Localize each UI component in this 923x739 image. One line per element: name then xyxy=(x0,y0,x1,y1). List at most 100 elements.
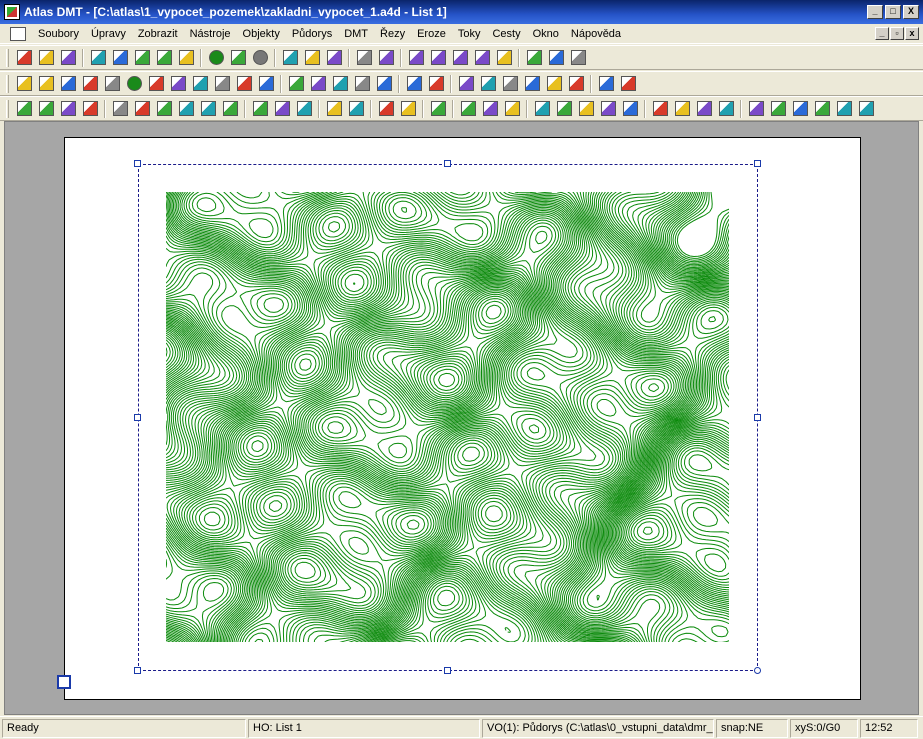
dxf2-icon[interactable] xyxy=(811,98,833,120)
menu-eroze[interactable]: Eroze xyxy=(411,28,452,40)
toolbar-grip[interactable] xyxy=(6,99,9,118)
edi-dmt-icon[interactable] xyxy=(79,98,101,120)
data-icon[interactable] xyxy=(57,98,79,120)
hatch-icon[interactable] xyxy=(375,98,397,120)
layers-icon[interactable] xyxy=(405,47,427,69)
resize-handle-sw[interactable] xyxy=(134,667,141,674)
grid2-icon[interactable] xyxy=(477,73,499,95)
segment-icon[interactable] xyxy=(79,73,101,95)
measure-icon[interactable] xyxy=(233,73,255,95)
ok-icon[interactable] xyxy=(745,98,767,120)
open-folder-icon[interactable] xyxy=(403,73,425,95)
resize-handle-se[interactable] xyxy=(754,667,761,674)
export-icon[interactable] xyxy=(833,98,855,120)
resize-handle-s[interactable] xyxy=(444,667,451,674)
table-icon[interactable] xyxy=(427,47,449,69)
node-icon[interactable] xyxy=(145,73,167,95)
color-layers-icon[interactable] xyxy=(455,73,477,95)
slope-icon[interactable] xyxy=(197,98,219,120)
group-icon[interactable] xyxy=(285,73,307,95)
flow4-icon[interactable] xyxy=(715,98,737,120)
text-icon[interactable] xyxy=(449,47,471,69)
dxf-icon[interactable] xyxy=(789,98,811,120)
arrow-x-icon[interactable] xyxy=(501,98,523,120)
point-down-icon[interactable] xyxy=(597,98,619,120)
menu-upravy[interactable]: Úpravy xyxy=(85,28,132,40)
tin-icon[interactable] xyxy=(109,98,131,120)
zoom-icon[interactable] xyxy=(353,47,375,69)
line-icon[interactable] xyxy=(35,73,57,95)
new-icon[interactable] xyxy=(13,47,35,69)
red-points2-icon[interactable] xyxy=(345,98,367,120)
point-icon[interactable] xyxy=(13,73,35,95)
zoom-window-icon[interactable] xyxy=(323,47,345,69)
green-circle-icon[interactable] xyxy=(205,47,227,69)
group4-icon[interactable] xyxy=(351,73,373,95)
menu-napoveda[interactable]: Nápověda xyxy=(565,28,627,40)
menu-zobrazit[interactable]: Zobrazit xyxy=(132,28,184,40)
menu-dmt[interactable]: DMT xyxy=(338,28,374,40)
resize-handle-ne[interactable] xyxy=(754,160,761,167)
tin2-icon[interactable] xyxy=(131,98,153,120)
frame-icon[interactable] xyxy=(255,73,277,95)
app-icon[interactable] xyxy=(4,4,20,20)
flow-icon[interactable] xyxy=(649,98,671,120)
grid-icon[interactable] xyxy=(425,73,447,95)
close-button[interactable]: X xyxy=(903,5,919,19)
undo-icon[interactable] xyxy=(153,47,175,69)
minimize-button[interactable]: _ xyxy=(867,5,883,19)
contour-map[interactable] xyxy=(166,192,729,642)
hatch2-icon[interactable] xyxy=(397,98,419,120)
flow3-icon[interactable] xyxy=(693,98,715,120)
circle-icon[interactable] xyxy=(123,73,145,95)
final-icon[interactable] xyxy=(855,98,877,120)
palette-icon[interactable] xyxy=(543,73,565,95)
resize-handle-nw[interactable] xyxy=(134,160,141,167)
point-updown-icon[interactable] xyxy=(619,98,641,120)
pudo-icon[interactable] xyxy=(13,98,35,120)
menu-toky[interactable]: Toky xyxy=(452,28,487,40)
hand-icon[interactable] xyxy=(301,47,323,69)
resize-handle-n[interactable] xyxy=(444,160,451,167)
mdi-restore-button[interactable]: ▫ xyxy=(890,27,904,40)
resize-handle-e[interactable] xyxy=(754,414,761,421)
mdi-minimize-button[interactable]: _ xyxy=(875,27,889,40)
group3-icon[interactable] xyxy=(329,73,351,95)
menu-objekty[interactable]: Objekty xyxy=(237,28,286,40)
red-points-icon[interactable] xyxy=(323,98,345,120)
maximize-button[interactable]: □ xyxy=(885,5,901,19)
properties-icon[interactable] xyxy=(471,47,493,69)
group5-icon[interactable] xyxy=(373,73,395,95)
copy-icon[interactable] xyxy=(109,47,131,69)
flow2-icon[interactable] xyxy=(671,98,693,120)
pointer-icon[interactable] xyxy=(279,47,301,69)
document-area[interactable] xyxy=(4,121,919,715)
triangle-icon[interactable] xyxy=(219,98,241,120)
menu-okno[interactable]: Okno xyxy=(527,28,565,40)
profile-icon[interactable] xyxy=(271,98,293,120)
mdi-close-button[interactable]: x xyxy=(905,27,919,40)
arrow-up2-icon[interactable] xyxy=(479,98,501,120)
close-x-icon[interactable] xyxy=(567,47,589,69)
tin3-icon[interactable] xyxy=(153,98,175,120)
green-p-icon[interactable] xyxy=(227,47,249,69)
bucket-icon[interactable] xyxy=(767,98,789,120)
cut-icon[interactable] xyxy=(87,47,109,69)
select-x-icon[interactable] xyxy=(595,73,617,95)
menu-soubory[interactable]: Soubory xyxy=(32,28,85,40)
menu-rezy[interactable]: Řezy xyxy=(374,28,411,40)
checklist-icon[interactable] xyxy=(545,47,567,69)
menu-cesty[interactable]: Cesty xyxy=(486,28,526,40)
dmt-icon[interactable] xyxy=(35,98,57,120)
resize-handle-w[interactable] xyxy=(134,414,141,421)
point-move-icon[interactable] xyxy=(575,98,597,120)
paste-icon[interactable] xyxy=(131,47,153,69)
rotate-icon[interactable] xyxy=(211,73,233,95)
graph-icon[interactable] xyxy=(523,47,545,69)
menu-pudorys[interactable]: Půdorys xyxy=(286,28,338,40)
label-icon[interactable] xyxy=(521,73,543,95)
drawing-sheet[interactable] xyxy=(64,137,861,700)
terrain-icon[interactable] xyxy=(293,98,315,120)
gray-circle-icon[interactable] xyxy=(249,47,271,69)
arrow-up-icon[interactable] xyxy=(457,98,479,120)
